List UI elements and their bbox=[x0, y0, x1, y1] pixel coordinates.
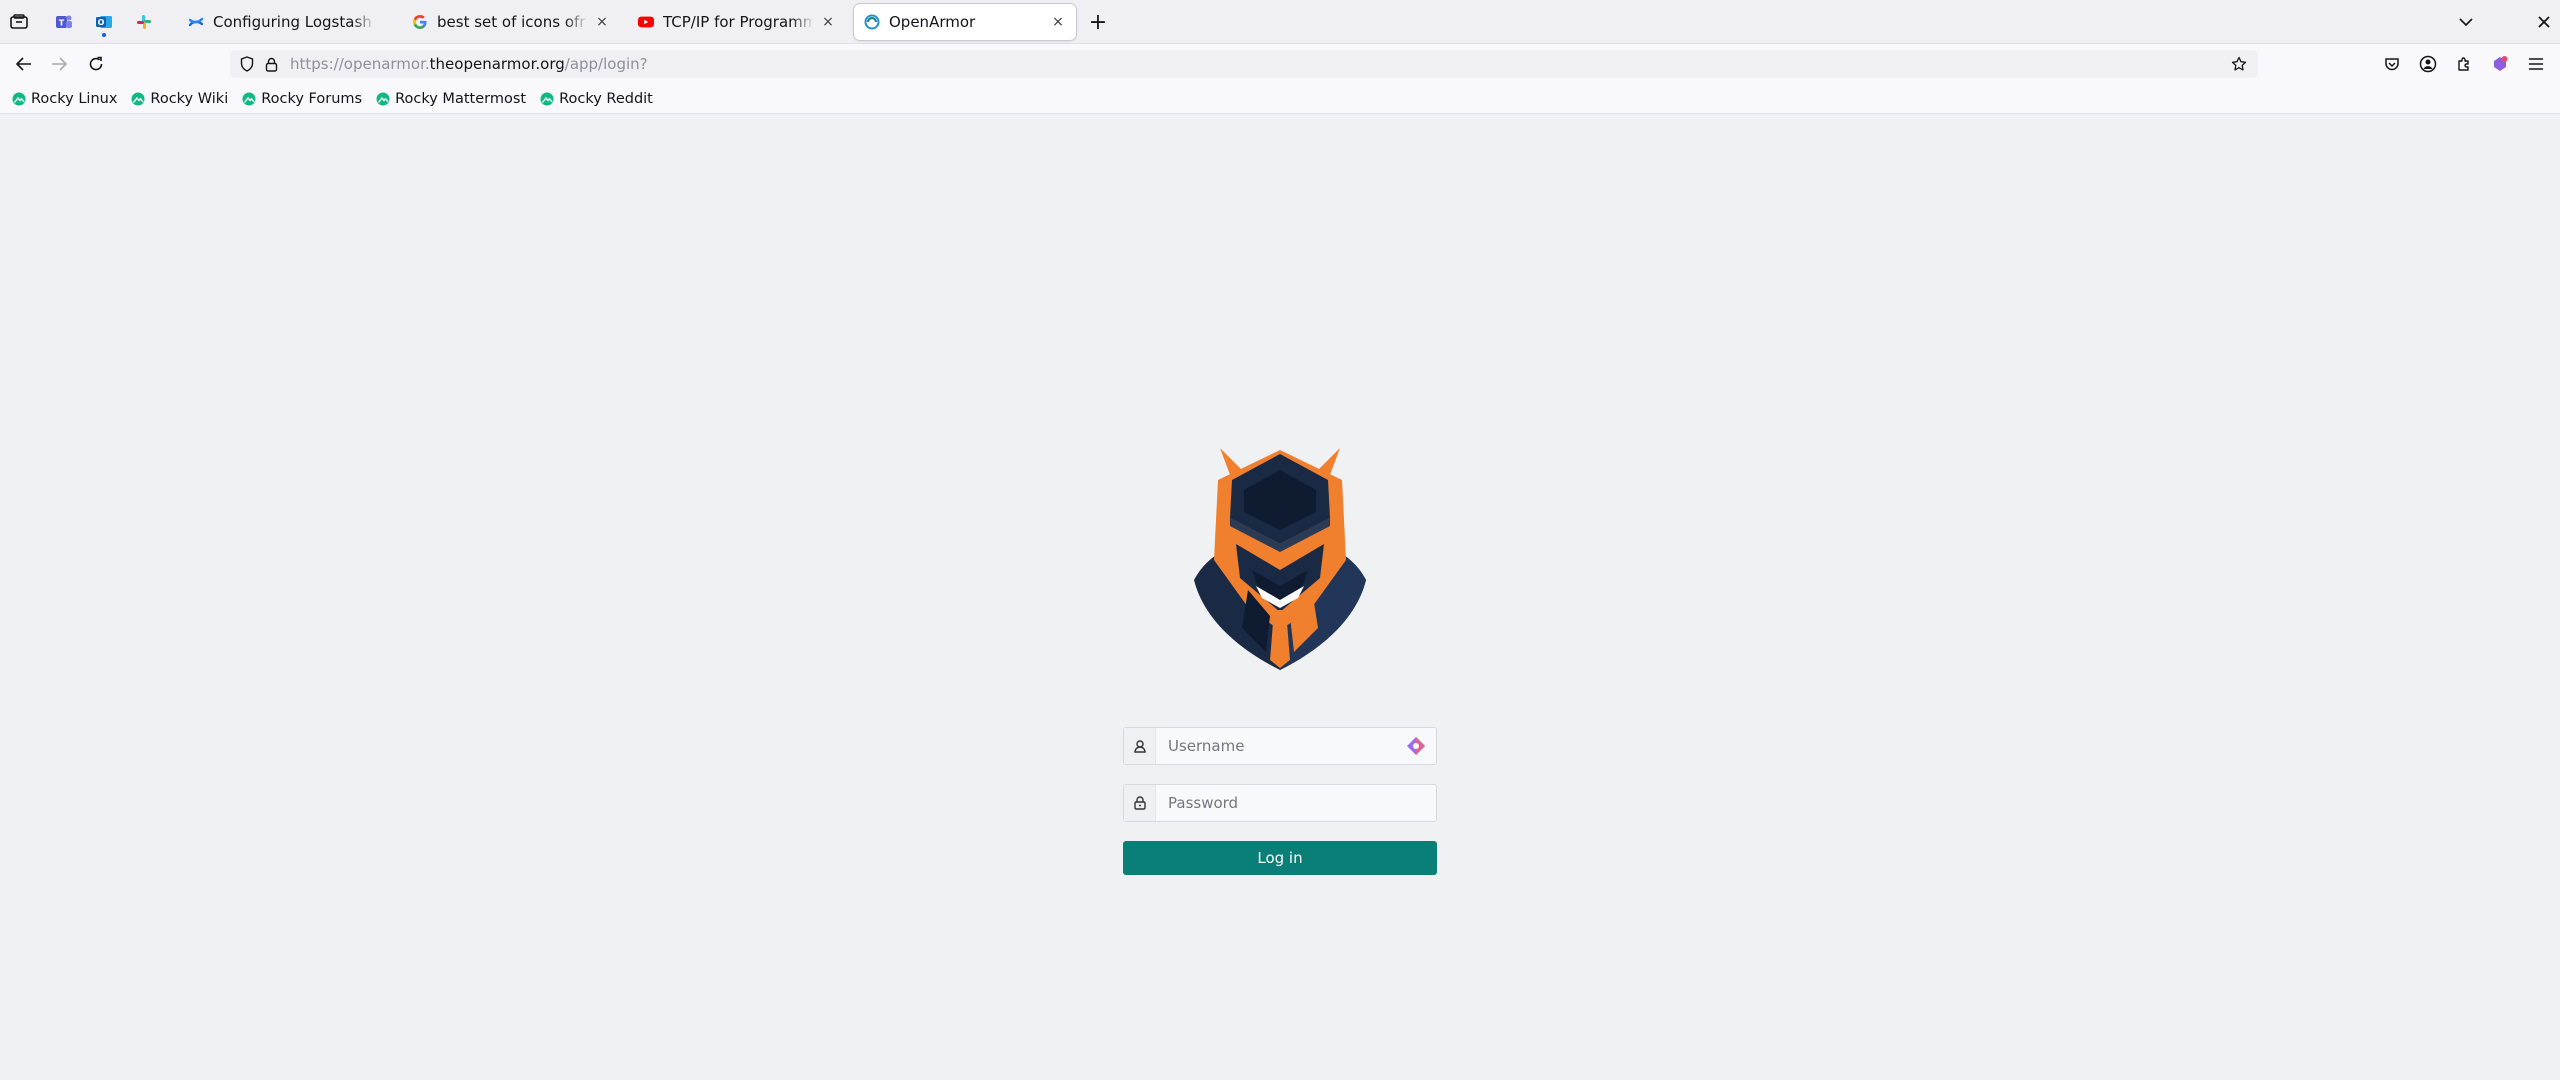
list-all-tabs-button[interactable] bbox=[2452, 8, 2480, 36]
bookmark-rocky-wiki[interactable]: Rocky Wiki bbox=[131, 91, 228, 107]
tab-openarmor[interactable]: OpenArmor × bbox=[854, 4, 1076, 40]
tab-title: Configuring Logstash on Docker bbox=[213, 13, 376, 31]
lock-icon[interactable] bbox=[260, 53, 282, 75]
login-page: Log in bbox=[0, 115, 2560, 1080]
openarmor-logo bbox=[1194, 448, 1366, 670]
rocky-linux-icon bbox=[242, 92, 256, 105]
rocky-linux-icon bbox=[131, 92, 145, 105]
rocky-linux-icon bbox=[540, 92, 554, 105]
password-manager-icon[interactable] bbox=[1402, 732, 1430, 760]
tab-tcp-ip-for-programmers[interactable]: TCP/IP for Programmers × bbox=[628, 4, 846, 40]
google-icon bbox=[412, 14, 428, 30]
firefox-view-icon bbox=[10, 14, 28, 29]
tab-title: best set of icons ofr gnome bbox=[437, 13, 588, 31]
bookmark-rocky-linux[interactable]: Rocky Linux bbox=[12, 91, 117, 107]
svg-text:T: T bbox=[59, 19, 65, 28]
bookmark-rocky-forums[interactable]: Rocky Forums bbox=[242, 91, 362, 107]
account-icon bbox=[2419, 55, 2437, 73]
new-tab-button[interactable]: + bbox=[1084, 8, 1112, 36]
password-field[interactable] bbox=[1123, 784, 1437, 822]
extension-badge-button[interactable] bbox=[2486, 50, 2514, 78]
bookmark-label: Rocky Reddit bbox=[559, 90, 653, 107]
pocket-icon bbox=[2385, 58, 2399, 71]
tab-best-set-of-icons[interactable]: best set of icons ofr gnome × bbox=[402, 4, 620, 40]
account-button[interactable] bbox=[2414, 50, 2442, 78]
chevron-down-icon bbox=[2459, 18, 2473, 27]
bookmark-label: Rocky Linux bbox=[31, 90, 118, 107]
bookmark-label: Rocky Wiki bbox=[150, 90, 229, 107]
window-close-button[interactable] bbox=[2530, 8, 2558, 36]
app-menu-button[interactable] bbox=[2522, 50, 2550, 78]
tab-strip: T O Configuring Logstash on Docker best … bbox=[0, 0, 2560, 44]
bookmark-rocky-reddit[interactable]: Rocky Reddit bbox=[540, 91, 653, 107]
notification-dot bbox=[102, 33, 106, 37]
shield-icon[interactable] bbox=[236, 53, 258, 75]
bookmarks-toolbar: Rocky Linux Rocky Wiki Rocky Forums Rock… bbox=[0, 84, 2560, 114]
pinned-tab-slack[interactable] bbox=[129, 8, 159, 36]
pinned-tab-outlook[interactable]: O bbox=[89, 8, 119, 37]
hamburger-menu-icon bbox=[2529, 58, 2543, 70]
bookmark-star-icon[interactable] bbox=[2228, 53, 2250, 75]
bookmark-label: Rocky Forums bbox=[261, 90, 363, 107]
tab-close-icon[interactable]: × bbox=[820, 14, 836, 30]
close-icon bbox=[2538, 16, 2550, 28]
url-bar[interactable]: https://openarmor.theopenarmor.org/app/l… bbox=[230, 50, 2258, 78]
url-domain: theopenarmor.org bbox=[429, 55, 565, 73]
user-icon bbox=[1124, 728, 1156, 764]
url-prefix: https://openarmor. bbox=[290, 55, 430, 73]
forward-button[interactable] bbox=[45, 50, 73, 78]
url-text[interactable]: https://openarmor.theopenarmor.org/app/l… bbox=[290, 55, 648, 73]
teams-icon: T bbox=[56, 15, 72, 28]
pinned-tab-teams[interactable]: T bbox=[49, 8, 79, 36]
url-path: /app/login? bbox=[564, 55, 648, 73]
bookmark-rocky-mattermost[interactable]: Rocky Mattermost bbox=[376, 91, 526, 107]
back-button[interactable] bbox=[10, 50, 38, 78]
lock-icon bbox=[1124, 785, 1156, 821]
tab-title: OpenArmor bbox=[889, 13, 976, 31]
tab-configuring-logstash[interactable]: Configuring Logstash on Docker bbox=[178, 4, 386, 40]
outlook-icon: O bbox=[96, 16, 112, 28]
extensions-button[interactable] bbox=[2450, 50, 2478, 78]
login-button[interactable]: Log in bbox=[1123, 841, 1437, 875]
firefox-view-button[interactable] bbox=[4, 8, 34, 36]
reload-button[interactable] bbox=[82, 50, 110, 78]
svg-text:O: O bbox=[98, 18, 105, 27]
rocky-linux-icon bbox=[12, 92, 26, 105]
password-input[interactable] bbox=[1156, 785, 1436, 821]
openarmor-icon bbox=[864, 14, 880, 30]
tab-title: TCP/IP for Programmers bbox=[663, 13, 814, 31]
username-input[interactable] bbox=[1156, 728, 1402, 764]
confluence-icon bbox=[188, 14, 204, 30]
tab-close-icon[interactable]: × bbox=[1050, 14, 1066, 30]
username-field[interactable] bbox=[1123, 727, 1437, 765]
tab-close-icon[interactable]: × bbox=[594, 14, 610, 30]
puzzle-icon bbox=[2458, 57, 2469, 71]
reload-icon bbox=[89, 56, 103, 71]
extension-icon bbox=[2494, 56, 2508, 71]
arrow-left-icon bbox=[16, 57, 31, 71]
slack-icon bbox=[137, 15, 151, 29]
rocky-linux-icon bbox=[376, 92, 390, 105]
navigation-bar: https://openarmor.theopenarmor.org/app/l… bbox=[0, 44, 2560, 84]
youtube-icon bbox=[638, 14, 654, 30]
bookmark-label: Rocky Mattermost bbox=[395, 90, 527, 107]
pocket-button[interactable] bbox=[2378, 50, 2406, 78]
arrow-right-icon bbox=[52, 57, 67, 71]
